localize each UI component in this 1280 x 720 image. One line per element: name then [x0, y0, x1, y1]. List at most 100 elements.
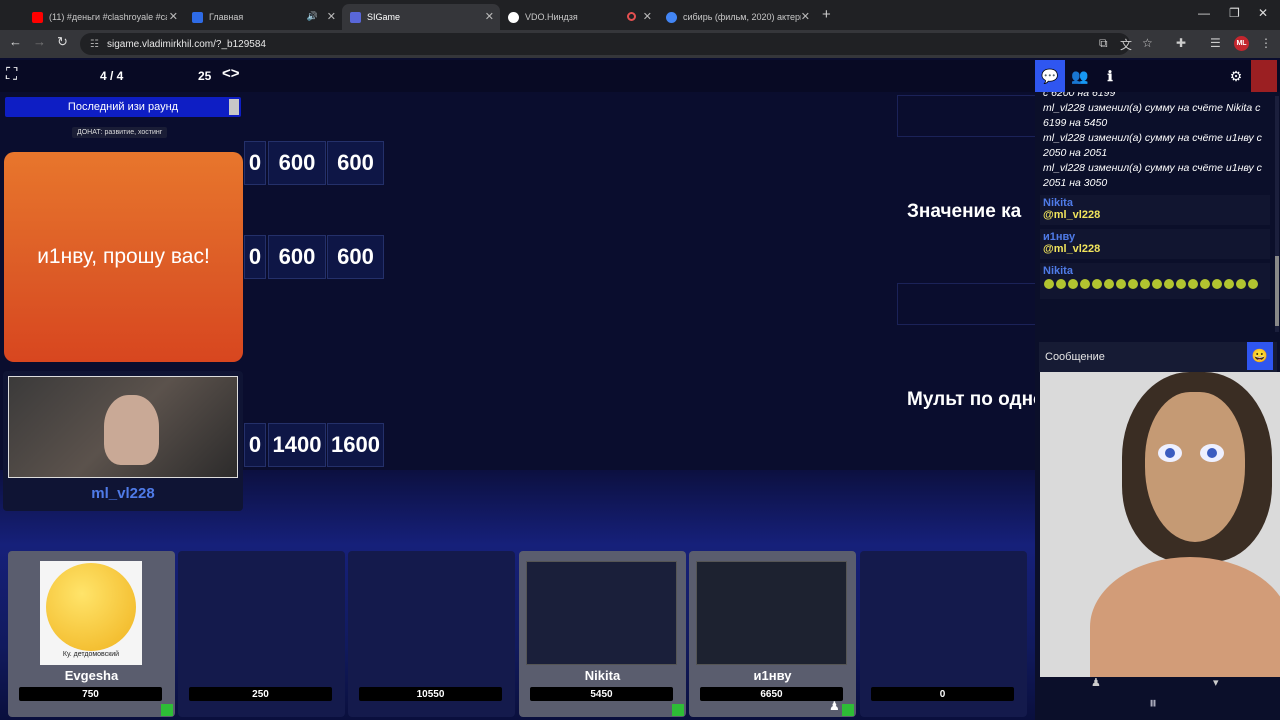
tab-vdo[interactable]: VDO.Ниндзя ✕: [500, 4, 658, 30]
question-tile[interactable]: 1600: [327, 423, 384, 467]
player-score: 0: [871, 687, 1014, 701]
chat-scrollbar[interactable]: [1275, 96, 1279, 332]
address-bar[interactable]: ☷ sigame.vladimirkhil.com/?_b129584: [80, 33, 1130, 55]
question-tile[interactable]: 0: [244, 235, 266, 279]
window-close-icon[interactable]: ✕: [1258, 6, 1268, 20]
chat-message: и1нву @ml_vl228: [1040, 229, 1270, 259]
message-text: @ml_vl228: [1043, 243, 1101, 255]
question-tile[interactable]: 0: [244, 141, 266, 185]
player-video: [696, 561, 847, 665]
close-icon[interactable]: ✕: [169, 10, 178, 23]
pawn-icon: ♟: [829, 699, 840, 713]
player-card[interactable]: Nikita 5450: [519, 551, 686, 717]
exit-game-icon[interactable]: ⛶: [6, 66, 17, 84]
speaker-icon[interactable]: 🔊: [307, 11, 318, 22]
showman-video: [8, 376, 238, 478]
tab-title: сибирь (фильм, 2020) актеры: [683, 12, 801, 22]
donate-link[interactable]: ДОНАТ: развитие, хостинг: [72, 127, 168, 138]
avatar-caption: Ку. детдомовский: [62, 651, 120, 658]
sidebar-footer: ♟ ▾ ⏸: [1035, 677, 1280, 720]
player-video: [526, 561, 677, 665]
chat-bubble-icon[interactable]: 💬: [1035, 60, 1065, 92]
player-card[interactable]: 250: [178, 551, 345, 717]
tab-sigame[interactable]: SIGame ✕: [342, 4, 500, 30]
theme-slot: [897, 283, 1037, 325]
emoji-picker-icon[interactable]: 😀: [1247, 342, 1273, 370]
message-author: и1нву: [1043, 231, 1076, 243]
new-tab-icon[interactable]: +: [822, 6, 831, 23]
chat-log: с 6200 на 6199 ml_vl228 изменил(а) сумму…: [1035, 92, 1275, 332]
sigame-icon: [350, 11, 361, 23]
package-logo-icon[interactable]: [1251, 60, 1277, 92]
tab-youtube[interactable]: (11) #деньги #clashroyale #cas ✕: [24, 4, 184, 30]
sick-emoji-row: [1043, 277, 1267, 295]
ready-indicator: [842, 704, 854, 716]
ready-indicator: [161, 704, 173, 716]
question-tile[interactable]: 600: [327, 235, 384, 279]
tab-glavnaya[interactable]: Главная 🔊 ✕: [184, 4, 342, 30]
close-icon[interactable]: ✕: [801, 10, 810, 23]
tab-title: VDO.Ниндзя: [525, 12, 578, 22]
showman-message: и1нву, прошу вас!: [4, 152, 243, 362]
youtube-icon: [32, 11, 43, 23]
people-icon[interactable]: 👥: [1065, 60, 1095, 92]
expand-arrows-icon[interactable]: <>: [222, 65, 240, 82]
tab-title: Главная: [209, 12, 244, 22]
minimize-icon[interactable]: —: [1198, 6, 1210, 20]
install-icon[interactable]: ⧉: [1099, 36, 1108, 51]
question-tile[interactable]: 600: [268, 141, 326, 185]
player-card[interactable]: Ку. детдомовский Evgesha 750: [8, 551, 175, 717]
system-message: ml_vl228 изменил(а) сумму на счёте и1нву…: [1043, 132, 1262, 159]
google-icon: [666, 11, 677, 23]
url-text: sigame.vladimirkhil.com/?_b129584: [106, 38, 266, 50]
forward-icon[interactable]: →: [33, 34, 46, 49]
menu-icon[interactable]: ⋮: [1260, 36, 1272, 50]
question-tile[interactable]: 1400: [268, 423, 326, 467]
back-icon[interactable]: ←: [9, 34, 22, 49]
media-icon[interactable]: ☰: [1210, 36, 1221, 50]
theme-slot: [897, 95, 1037, 137]
restore-icon[interactable]: ❐: [1229, 6, 1240, 20]
pause-icon[interactable]: ⏸: [1149, 695, 1157, 713]
video-app-icon: [192, 11, 203, 23]
browser-tab-bar: (11) #деньги #clashroyale #cas ✕ Главная…: [0, 0, 1280, 30]
bookmark-star-icon[interactable]: ☆: [1142, 36, 1153, 50]
timer-value: 25: [198, 69, 212, 83]
cartoon-avatar-image: [1040, 372, 1280, 677]
round-title: Последний изи раунд: [5, 97, 241, 117]
profile-avatar[interactable]: ML: [1234, 36, 1249, 51]
reload-icon[interactable]: ↻: [57, 34, 68, 50]
gear-icon[interactable]: ⚙: [1221, 60, 1251, 92]
recording-icon: [627, 12, 636, 21]
question-tile[interactable]: 600: [327, 141, 384, 185]
sidebar-tabs: 💬 👥 ℹ ⚙: [1035, 60, 1280, 92]
translate-icon[interactable]: 文: [1120, 36, 1132, 53]
info-icon[interactable]: ℹ: [1095, 60, 1125, 92]
site-info-icon[interactable]: ☷: [90, 39, 99, 50]
message-input[interactable]: Сообщение: [1039, 342, 1277, 372]
system-message: с 6200 на 6199: [1043, 92, 1116, 99]
close-icon[interactable]: ✕: [485, 10, 494, 23]
showman-panel: ml_vl228: [3, 371, 243, 511]
close-icon[interactable]: ✕: [643, 10, 652, 23]
round-counter: 4 / 4: [100, 69, 124, 83]
tab-google[interactable]: сибирь (фильм, 2020) актеры ✕: [658, 4, 816, 30]
player-card[interactable]: и1нву 6650 ♟: [689, 551, 856, 717]
theme-title: Значение ка: [907, 201, 1022, 222]
player-score: 10550: [359, 687, 502, 701]
player-card[interactable]: 0: [860, 551, 1027, 717]
extensions-icon[interactable]: ✚: [1176, 36, 1186, 50]
tab-title: (11) #деньги #clashroyale #cas: [49, 12, 167, 22]
close-icon[interactable]: ✕: [327, 10, 336, 23]
scrollbar[interactable]: [229, 99, 239, 115]
question-tile[interactable]: 600: [268, 235, 326, 279]
person-icon[interactable]: ♟: [1091, 676, 1101, 689]
player-card[interactable]: 10550: [348, 551, 515, 717]
cart-icon[interactable]: ▾: [1213, 676, 1219, 689]
ready-indicator: [672, 704, 684, 716]
player-name: Evgesha: [64, 668, 119, 683]
question-tile[interactable]: 0: [244, 423, 266, 467]
player-name: Nikita: [584, 668, 621, 683]
vdo-icon: [508, 11, 519, 23]
game-header: ⛶ 4 / 4 25 <>: [0, 60, 1035, 92]
